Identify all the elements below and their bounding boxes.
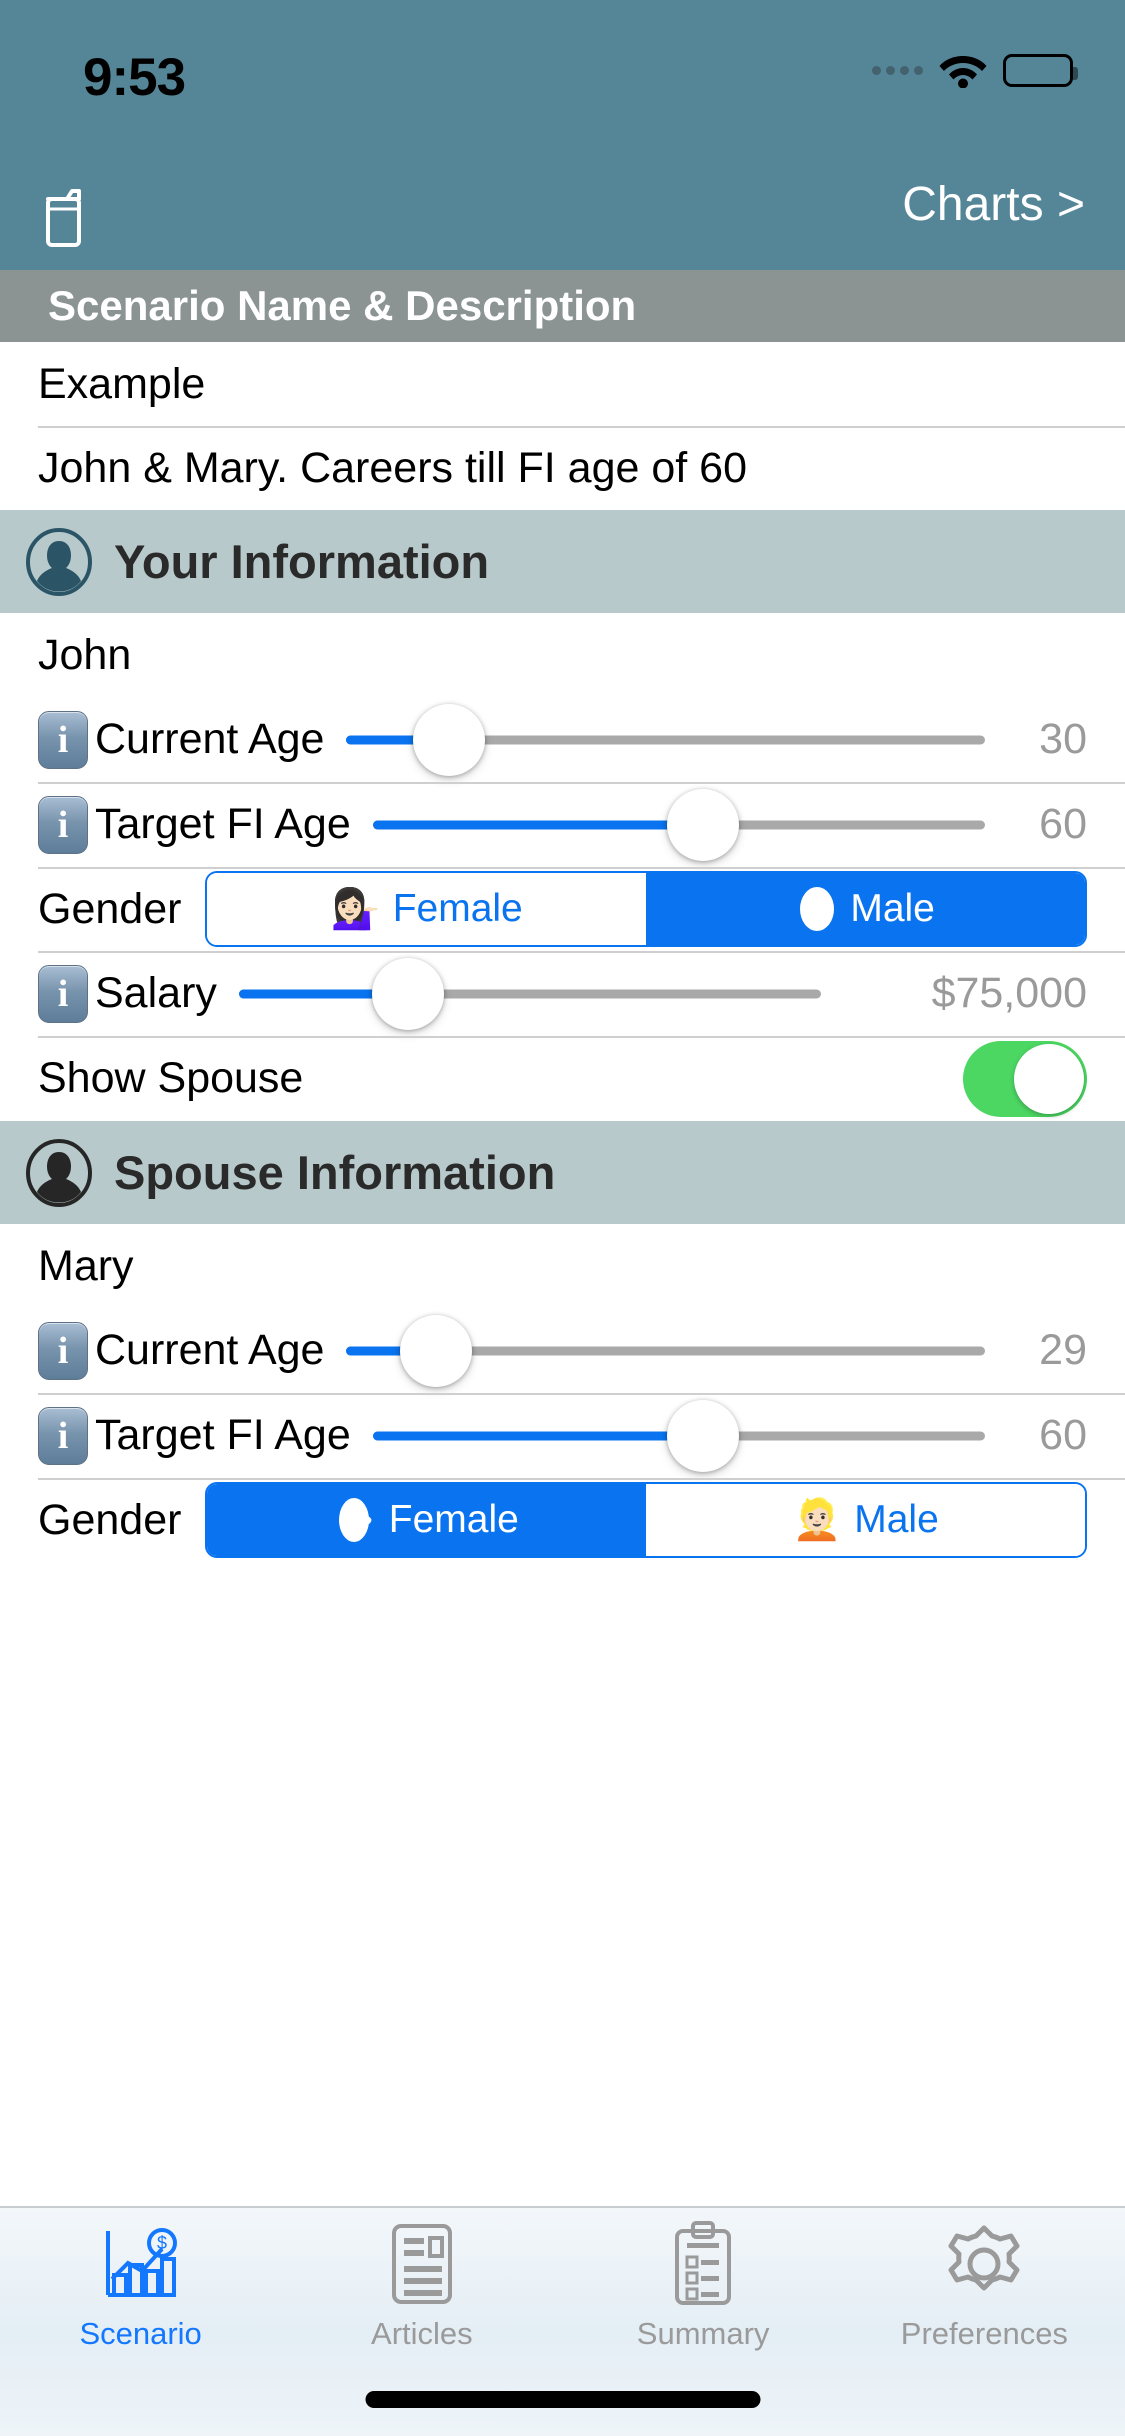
section-header-your-information-label: Your Information [114,535,490,588]
navigation-bar: Charts > [0,165,1125,270]
your-gender-segmented-control[interactable]: 💁🏻‍♀️ Female Male [205,871,1087,947]
status-bar-time: 9:53 [83,48,186,107]
your-information-fields: John i Current Age 30 i Target FI Age 60… [0,613,1125,1121]
show-spouse-toggle[interactable] [963,1040,1087,1117]
your-current-age-row: i Current Age 30 [0,697,1125,782]
info-icon[interactable]: i [38,964,88,1023]
bar-chart-dollar-icon: $ [102,2218,180,2310]
your-gender-female-label: Female [392,887,523,930]
your-salary-value: $75,000 [931,969,1087,1017]
info-icon[interactable]: i [38,710,88,769]
scenario-description-field[interactable]: John & Mary. Careers till FI age of 60 [0,426,1125,510]
settings-list: Scenario Name & Description Example John… [0,270,1125,1562]
section-header-spouse-information-label: Spouse Information [114,1146,556,1199]
info-icon[interactable]: i [38,1406,88,1465]
spouse-gender-female-label: Female [388,1498,519,1541]
spouse-current-age-row: i Current Age 29 [0,1308,1125,1393]
charts-link[interactable]: Charts > [902,177,1085,232]
spouse-gender-segmented-control[interactable]: Female 👱🏻 Male [205,1482,1087,1558]
your-gender-option-male[interactable]: Male [646,873,1085,945]
your-name-field[interactable]: John [0,613,1125,697]
spouse-gender-male-label: Male [854,1498,939,1541]
status-bar-indicators [872,46,1078,94]
status-bar: 9:53 [0,0,1125,165]
section-header-spouse-information: Spouse Information [0,1121,1125,1224]
your-gender-label: Gender [38,884,182,933]
tab-preferences-label: Preferences [900,2316,1068,2351]
your-gender-male-label: Male [850,887,935,930]
spouse-gender-option-female[interactable]: Female [207,1484,647,1556]
spouse-gender-label: Gender [38,1495,182,1544]
tab-summary-label: Summary [636,2316,770,2351]
tab-bar: $ Scenario Articles Summary Preferences [0,2206,1125,2436]
battery-full-icon [1003,53,1078,87]
section-header-scenario-label: Scenario Name & Description [48,282,637,329]
scenario-fields: Example John & Mary. Careers till FI age… [0,342,1125,510]
woman-tipping-hand-emoji: 💁🏻‍♀️ [330,887,381,931]
gear-icon [942,2218,1026,2310]
spouse-target-fi-age-slider[interactable] [372,1394,985,1478]
spouse-name-field[interactable]: Mary [0,1224,1125,1308]
male-silhouette-icon [796,884,838,934]
tab-preferences[interactable]: Preferences [844,2218,1125,2363]
tab-articles[interactable]: Articles [281,2218,562,2363]
your-target-fi-age-value: 60 [1039,800,1087,848]
person-circle-icon [25,527,93,596]
info-icon[interactable]: i [38,1321,88,1380]
tab-scenario[interactable]: $ Scenario [0,2218,281,2363]
spouse-current-age-slider[interactable] [346,1309,985,1393]
tab-summary[interactable]: Summary [563,2218,844,2363]
person-circle-icon [25,1138,93,1207]
spouse-gender-row: Gender Female 👱🏻 Male [0,1478,1125,1562]
tab-scenario-label: Scenario [79,2316,202,2351]
spouse-current-age-value: 29 [1039,1326,1087,1374]
spouse-gender-option-male[interactable]: 👱🏻 Male [646,1484,1085,1556]
tab-articles-label: Articles [371,2316,473,2351]
folder-icon[interactable] [45,187,105,249]
show-spouse-label: Show Spouse [38,1054,304,1102]
your-target-fi-age-row: i Target FI Age 60 [0,782,1125,867]
spouse-information-fields: Mary i Current Age 29 i Target FI Age 60… [0,1224,1125,1562]
your-salary-slider[interactable] [238,952,821,1036]
your-current-age-slider[interactable] [346,698,985,782]
home-indicator [365,2391,760,2408]
app-screen: 9:53 Charts > Scenario Name & Descriptio… [0,0,1125,2436]
your-salary-label: Salary [95,969,217,1017]
scenario-name-field[interactable]: Example [0,342,1125,426]
info-icon[interactable]: i [38,795,88,854]
your-current-age-label: Current Age [95,715,325,763]
your-current-age-value: 30 [1039,715,1087,763]
wifi-icon [939,52,987,88]
spouse-current-age-label: Current Age [95,1326,325,1374]
show-spouse-row: Show Spouse [0,1036,1125,1121]
your-salary-row: i Salary $75,000 [0,951,1125,1036]
female-silhouette-icon [335,1495,377,1545]
article-document-icon [388,2218,456,2310]
section-header-your-information: Your Information [0,510,1125,613]
cellular-dots-icon [872,65,923,75]
your-target-fi-age-label: Target FI Age [95,800,351,848]
spouse-target-fi-age-value: 60 [1039,1411,1087,1459]
svg-text:$: $ [157,2233,167,2253]
clipboard-list-icon [669,2218,737,2310]
spouse-target-fi-age-row: i Target FI Age 60 [0,1393,1125,1478]
spouse-target-fi-age-label: Target FI Age [95,1411,351,1459]
your-gender-row: Gender 💁🏻‍♀️ Female Male [0,867,1125,951]
section-header-scenario: Scenario Name & Description [0,270,1125,342]
blond-person-emoji: 👱🏻 [792,1498,843,1542]
your-target-fi-age-slider[interactable] [372,783,985,867]
your-gender-option-female[interactable]: 💁🏻‍♀️ Female [207,873,647,945]
